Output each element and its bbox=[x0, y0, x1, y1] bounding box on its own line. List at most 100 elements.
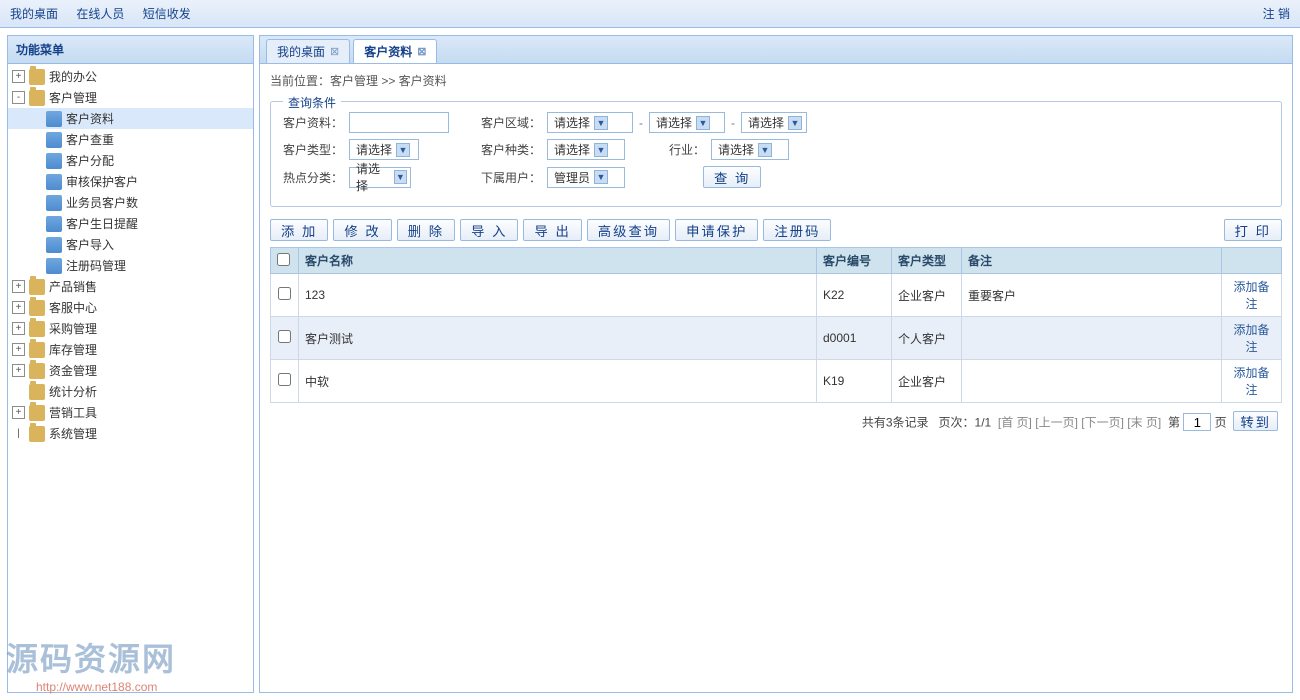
cell-code: K19 bbox=[817, 360, 892, 403]
table-row[interactable]: 中软K19企业客户添加备注 bbox=[271, 360, 1282, 403]
expand-icon[interactable]: + bbox=[12, 343, 25, 356]
expand-icon[interactable]: | bbox=[12, 427, 25, 440]
tree-item[interactable]: 客户生日提醒 bbox=[8, 213, 253, 234]
expand-icon[interactable]: + bbox=[12, 406, 25, 419]
select-hot-category[interactable]: 请选择▼ bbox=[349, 167, 411, 188]
tabs-bar: 我的桌面⊠客户资料⊠ bbox=[260, 36, 1292, 64]
protect-button[interactable]: 申请保护 bbox=[675, 219, 758, 241]
top-link-sms[interactable]: 短信收发 bbox=[143, 7, 191, 21]
add-note-link[interactable]: 添加备注 bbox=[1233, 323, 1269, 354]
select-area-1[interactable]: 请选择▼ bbox=[547, 112, 633, 133]
th-name: 客户名称 bbox=[299, 248, 817, 274]
chevron-down-icon: ▼ bbox=[396, 143, 410, 157]
row-checkbox[interactable] bbox=[278, 373, 291, 386]
tree-item[interactable]: 注册码管理 bbox=[8, 255, 253, 276]
tree-item[interactable]: +库存管理 bbox=[8, 339, 253, 360]
logout-link[interactable]: 注 销 bbox=[1263, 7, 1290, 21]
tree-item[interactable]: + 采购管理 bbox=[8, 318, 253, 339]
tree-item[interactable]: +营销工具 bbox=[8, 402, 253, 423]
doc-icon bbox=[46, 216, 62, 232]
tree-item[interactable]: |系统管理 bbox=[8, 423, 253, 444]
chevron-down-icon: ▼ bbox=[394, 170, 407, 184]
delete-button[interactable]: 删 除 bbox=[397, 219, 455, 241]
input-customer-data[interactable] bbox=[349, 112, 449, 133]
pager-total: 共有3条记录 bbox=[862, 416, 929, 430]
query-button[interactable]: 查 询 bbox=[703, 166, 761, 188]
select-customer-type[interactable]: 请选择▼ bbox=[349, 139, 419, 160]
select-area-2[interactable]: 请选择▼ bbox=[649, 112, 725, 133]
sidebar-title: 功能菜单 bbox=[8, 36, 253, 64]
topbar-left: 我的桌面 在线人员 短信收发 bbox=[10, 5, 206, 22]
expand-icon[interactable]: + bbox=[12, 280, 25, 293]
folder-icon bbox=[29, 342, 45, 358]
close-icon[interactable]: ⊠ bbox=[417, 45, 426, 58]
tree-item[interactable]: 客户分配 bbox=[8, 150, 253, 171]
top-link-desktop[interactable]: 我的桌面 bbox=[10, 7, 58, 21]
pager-next[interactable]: [下一页] bbox=[1081, 416, 1124, 430]
chevron-down-icon: ▼ bbox=[788, 116, 802, 130]
advanced-button[interactable]: 高级查询 bbox=[587, 219, 670, 241]
folder-icon bbox=[29, 426, 45, 442]
select-industry[interactable]: 请选择▼ bbox=[711, 139, 789, 160]
edit-button[interactable]: 修 改 bbox=[333, 219, 391, 241]
chevron-down-icon: ▼ bbox=[758, 143, 772, 157]
tree-item[interactable]: 统计分析 bbox=[8, 381, 253, 402]
expand-icon[interactable] bbox=[12, 385, 25, 398]
import-button[interactable]: 导 入 bbox=[460, 219, 518, 241]
chevron-down-icon: ▼ bbox=[696, 116, 710, 130]
pager-go-prefix: 第 bbox=[1168, 416, 1180, 430]
label-customer-data: 客户资料： bbox=[283, 114, 343, 131]
tree-label: 审核保护客户 bbox=[66, 173, 138, 190]
expand-icon[interactable]: + bbox=[12, 364, 25, 377]
add-note-link[interactable]: 添加备注 bbox=[1233, 366, 1269, 397]
pager-page: 页次：1/1 bbox=[939, 416, 992, 430]
tab[interactable]: 我的桌面⊠ bbox=[266, 39, 350, 63]
sidebar: 功能菜单 +我的办公-客户管理客户资料客户查重客户分配审核保护客户业务员客户数客… bbox=[7, 35, 254, 693]
tree-item[interactable]: +产品销售 bbox=[8, 276, 253, 297]
select-all-checkbox[interactable] bbox=[277, 253, 290, 266]
pager-page-input[interactable] bbox=[1183, 413, 1211, 431]
tree-item[interactable]: 业务员客户数 bbox=[8, 192, 253, 213]
pager-go-button[interactable]: 转到 bbox=[1233, 411, 1278, 431]
toolbar: 添 加 修 改 删 除 导 入 导 出 高级查询 申请保护 注册码 打 印 bbox=[270, 219, 1282, 241]
label-customer-area: 客户区域： bbox=[481, 114, 541, 131]
select-sub-user[interactable]: 管理员▼ bbox=[547, 167, 625, 188]
topbar-right: 注 销 bbox=[1263, 5, 1290, 22]
tree-item[interactable]: -客户管理 bbox=[8, 87, 253, 108]
regcode-button[interactable]: 注册码 bbox=[763, 219, 831, 241]
tree-item[interactable]: +资金管理 bbox=[8, 360, 253, 381]
tree-label: 采购管理 bbox=[49, 320, 97, 337]
top-link-online[interactable]: 在线人员 bbox=[76, 7, 124, 21]
select-area-3[interactable]: 请选择▼ bbox=[741, 112, 807, 133]
close-icon[interactable]: ⊠ bbox=[330, 45, 339, 58]
add-note-link[interactable]: 添加备注 bbox=[1233, 280, 1269, 311]
folder-icon bbox=[29, 405, 45, 421]
cell-name: 中软 bbox=[299, 360, 817, 403]
expand-icon[interactable]: + bbox=[12, 301, 25, 314]
row-checkbox[interactable] bbox=[278, 287, 291, 300]
expand-icon[interactable]: + bbox=[12, 322, 25, 335]
pager-last[interactable]: [末 页] bbox=[1127, 416, 1161, 430]
select-customer-kind[interactable]: 请选择▼ bbox=[547, 139, 625, 160]
table-row[interactable]: 123K22企业客户重要客户添加备注 bbox=[271, 274, 1282, 317]
tree-item[interactable]: +客服中心 bbox=[8, 297, 253, 318]
tree-item[interactable]: 客户查重 bbox=[8, 129, 253, 150]
chevron-down-icon: ▼ bbox=[594, 116, 608, 130]
pager-first[interactable]: [首 页] bbox=[998, 416, 1032, 430]
expand-icon[interactable]: + bbox=[12, 70, 25, 83]
tree-item[interactable]: 客户导入 bbox=[8, 234, 253, 255]
folder-icon bbox=[29, 384, 45, 400]
topbar: 我的桌面 在线人员 短信收发 注 销 bbox=[0, 0, 1300, 28]
tree-item[interactable]: 审核保护客户 bbox=[8, 171, 253, 192]
tab[interactable]: 客户资料⊠ bbox=[353, 39, 437, 63]
collapse-icon[interactable]: - bbox=[12, 91, 25, 104]
tree-item[interactable]: +我的办公 bbox=[8, 66, 253, 87]
tree-item[interactable]: 客户资料 bbox=[8, 108, 253, 129]
export-button[interactable]: 导 出 bbox=[523, 219, 581, 241]
pager-prev[interactable]: [上一页] bbox=[1035, 416, 1078, 430]
chevron-down-icon: ▼ bbox=[594, 170, 608, 184]
table-row[interactable]: 客户测试d0001个人客户添加备注 bbox=[271, 317, 1282, 360]
row-checkbox[interactable] bbox=[278, 330, 291, 343]
add-button[interactable]: 添 加 bbox=[270, 219, 328, 241]
print-button[interactable]: 打 印 bbox=[1224, 219, 1282, 241]
